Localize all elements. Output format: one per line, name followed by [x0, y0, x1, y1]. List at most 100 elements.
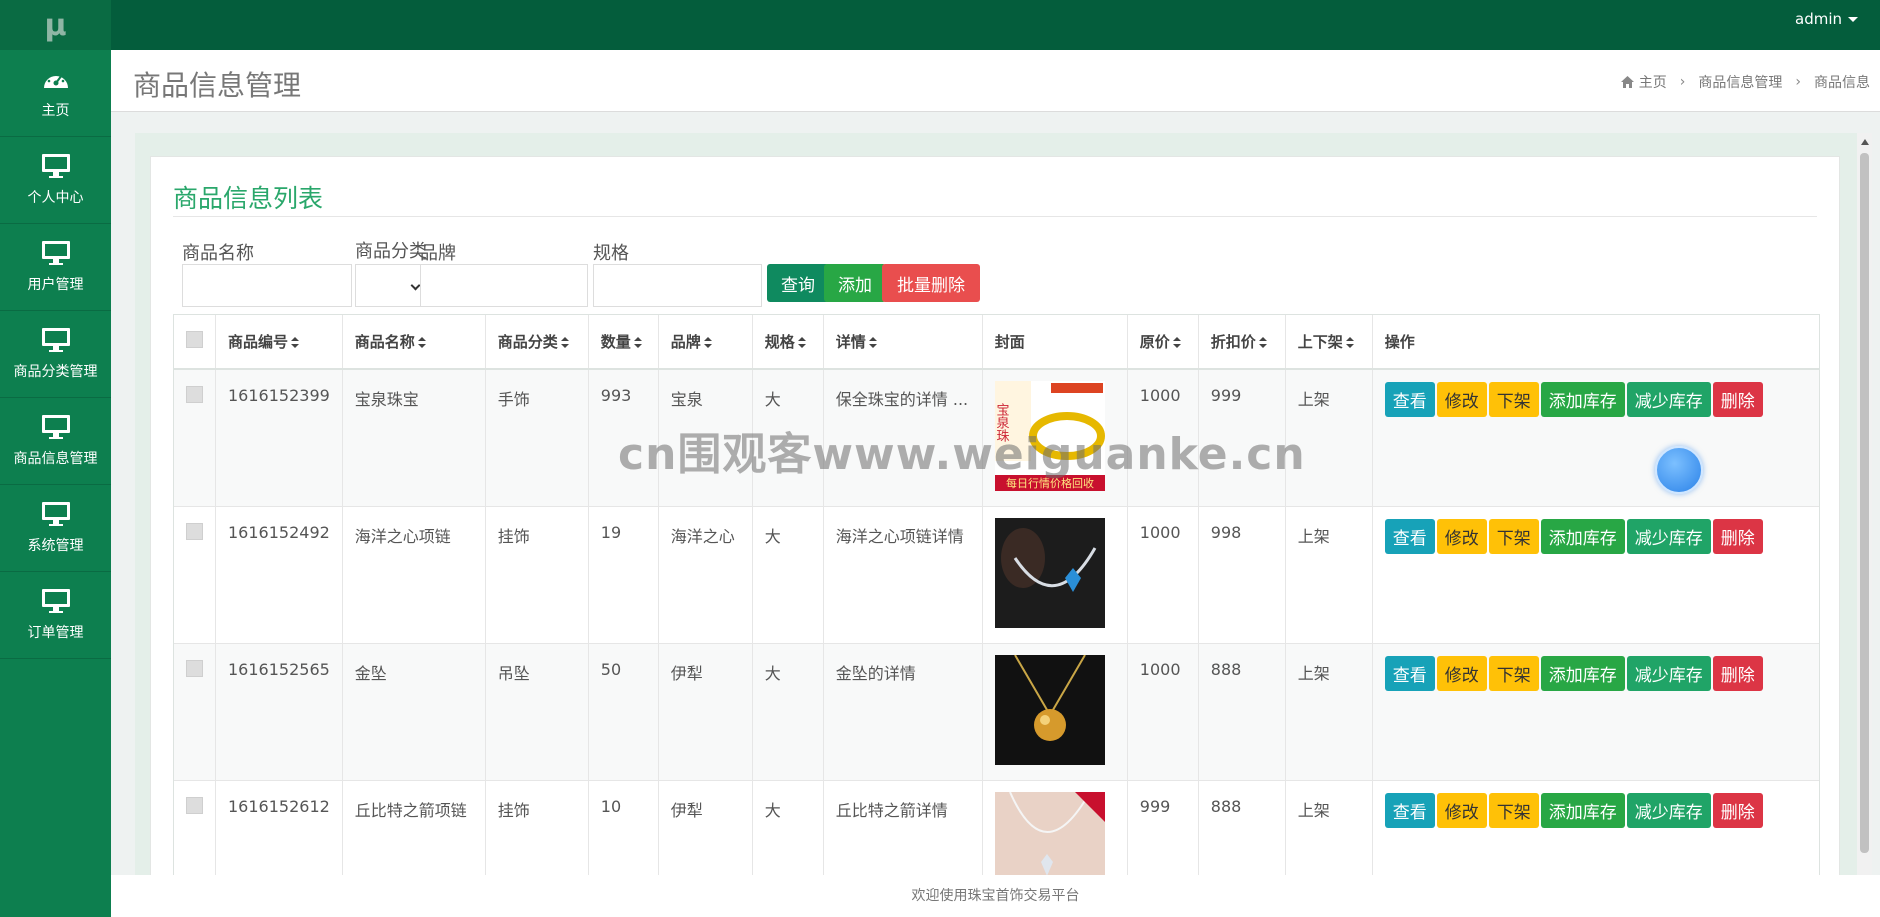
column-header[interactable]: 上下架 [1285, 315, 1373, 370]
cell-price: 1000 [1127, 506, 1199, 644]
cell-status: 上架 [1285, 369, 1373, 507]
cover-image[interactable]: 宝泉珠 每日行情价格回收 [994, 381, 1105, 491]
column-header[interactable]: 详情 [823, 315, 983, 370]
add-stock-button[interactable]: 添加库存 [1540, 518, 1625, 554]
table-row: 1616152565 金坠 吊坠 50 伊犁 大 金坠的详情 1000 888 … [174, 643, 1819, 781]
floating-assistant-button[interactable] [1655, 446, 1703, 494]
brand-input[interactable] [420, 264, 588, 307]
sidebar-item-label: 主页 [41, 103, 70, 119]
spec-input[interactable] [593, 264, 762, 307]
select-all-checkbox[interactable] [186, 331, 203, 348]
column-header[interactable]: 规格 [752, 315, 824, 370]
sidebar-item-products[interactable]: 商品信息管理 [0, 398, 111, 485]
scrollbar-thumb[interactable] [1860, 153, 1869, 853]
cell-spec: 大 [752, 369, 824, 507]
row-checkbox[interactable] [186, 796, 203, 814]
scroll-up-arrow-icon[interactable] [1861, 139, 1869, 145]
sort-icon [797, 337, 806, 348]
delete-button[interactable]: 删除 [1712, 382, 1763, 417]
row-checkbox[interactable] [186, 386, 203, 403]
unlist-button[interactable]: 下架 [1488, 792, 1539, 828]
sidebar-item-orders[interactable]: 订单管理 [0, 572, 111, 659]
sidebar-item-home[interactable]: 主页 [0, 50, 111, 137]
cell-discount: 888 [1198, 780, 1286, 875]
view-button[interactable]: 查看 [1384, 792, 1435, 828]
column-header[interactable]: 商品编号 [215, 315, 343, 370]
cell-status: 上架 [1285, 506, 1373, 644]
monitor-icon [41, 328, 70, 352]
vertical-scrollbar[interactable] [1857, 133, 1872, 875]
view-button[interactable]: 查看 [1384, 518, 1435, 554]
product-name-input[interactable] [182, 264, 352, 307]
product-name-label: 商品名称 [182, 243, 254, 264]
reduce-stock-button[interactable]: 减少库存 [1626, 518, 1711, 554]
reduce-stock-button[interactable]: 减少库存 [1626, 382, 1711, 417]
spec-label: 规格 [593, 243, 629, 264]
sidebar-item-label: 个人中心 [27, 190, 84, 206]
edit-button[interactable]: 修改 [1436, 382, 1487, 417]
cell-discount: 998 [1198, 506, 1286, 644]
home-icon [1620, 76, 1634, 88]
column-header[interactable]: 商品名称 [342, 315, 486, 370]
sidebar-item-system[interactable]: 系统管理 [0, 485, 111, 572]
row-checkbox[interactable] [186, 659, 203, 677]
cell-detail: 保全珠宝的详情 ... [823, 369, 983, 507]
category-select[interactable] [355, 264, 427, 307]
user-menu[interactable]: admin [1795, 10, 1858, 28]
username: admin [1795, 10, 1842, 28]
cover-image[interactable] [994, 791, 1105, 875]
sidebar-item-categories[interactable]: 商品分类管理 [0, 311, 111, 398]
cell-category: 挂饰 [485, 780, 589, 875]
column-header[interactable]: 折扣价 [1198, 315, 1286, 370]
row-checkbox[interactable] [186, 522, 203, 540]
view-button[interactable]: 查看 [1384, 655, 1435, 691]
column-header[interactable]: 品牌 [658, 315, 753, 370]
card-title: 商品信息列表 [173, 184, 324, 213]
add-stock-button[interactable]: 添加库存 [1540, 382, 1625, 417]
delete-button[interactable]: 删除 [1712, 792, 1763, 828]
unlist-button[interactable]: 下架 [1488, 382, 1539, 417]
breadcrumb-home[interactable]: 主页 [1639, 72, 1667, 92]
sort-icon [1172, 337, 1181, 348]
add-stock-button[interactable]: 添加库存 [1540, 655, 1625, 691]
column-header[interactable]: 原价 [1127, 315, 1199, 370]
select-all-cell [174, 315, 216, 370]
reduce-stock-button[interactable]: 减少库存 [1626, 792, 1711, 828]
column-header: 操作 [1372, 315, 1819, 370]
sidebar-item-profile[interactable]: 个人中心 [0, 137, 111, 224]
edit-button[interactable]: 修改 [1436, 792, 1487, 828]
sidebar-item-label: 商品信息管理 [13, 451, 98, 467]
column-header[interactable]: 数量 [588, 315, 659, 370]
edit-button[interactable]: 修改 [1436, 518, 1487, 554]
cell-detail: 海洋之心项链详情 [823, 506, 983, 644]
sidebar-item-label: 用户管理 [27, 277, 84, 293]
cell-id: 1616152612 [215, 780, 343, 875]
batch-delete-button[interactable]: 批量删除 [882, 264, 980, 302]
app-logo[interactable]: μ [0, 0, 111, 50]
column-header[interactable]: 商品分类 [485, 315, 589, 370]
view-button[interactable]: 查看 [1384, 382, 1435, 417]
footer: 欢迎使用珠宝首饰交易平台 [111, 875, 1880, 917]
breadcrumb-separator: › [1679, 74, 1686, 90]
table-row: 1616152612 丘比特之箭项链 挂饰 10 伊犁 大 丘比特之箭详情 99… [174, 780, 1819, 875]
sort-icon [868, 337, 877, 348]
add-stock-button[interactable]: 添加库存 [1540, 792, 1625, 828]
top-bar: admin [111, 0, 1880, 50]
query-button[interactable]: 查询 [767, 264, 829, 302]
row-actions: 查看 修改 下架 添加库存 减少库存 删除 [1384, 655, 1807, 691]
add-button[interactable]: 添加 [824, 264, 886, 302]
edit-button[interactable]: 修改 [1436, 655, 1487, 691]
delete-button[interactable]: 删除 [1712, 518, 1763, 554]
cell-brand: 伊犁 [658, 643, 753, 781]
unlist-button[interactable]: 下架 [1488, 518, 1539, 554]
delete-button[interactable]: 删除 [1712, 655, 1763, 691]
cover-image[interactable] [994, 517, 1105, 628]
reduce-stock-button[interactable]: 减少库存 [1626, 655, 1711, 691]
sidebar-item-users[interactable]: 用户管理 [0, 224, 111, 311]
product-list-card: 商品信息列表 商品名称 商品分类 品牌 规格 查询 添加 批量删除 商品编号 商… [150, 156, 1840, 875]
breadcrumb-product-management[interactable]: 商品信息管理 [1698, 72, 1782, 92]
unlist-button[interactable]: 下架 [1488, 655, 1539, 691]
product-table: 商品编号 商品名称 商品分类 数量 品牌 规格 详情 封面 原价 折扣价 上下架… [173, 314, 1820, 875]
monitor-icon [41, 154, 70, 178]
cover-image[interactable] [994, 654, 1105, 765]
